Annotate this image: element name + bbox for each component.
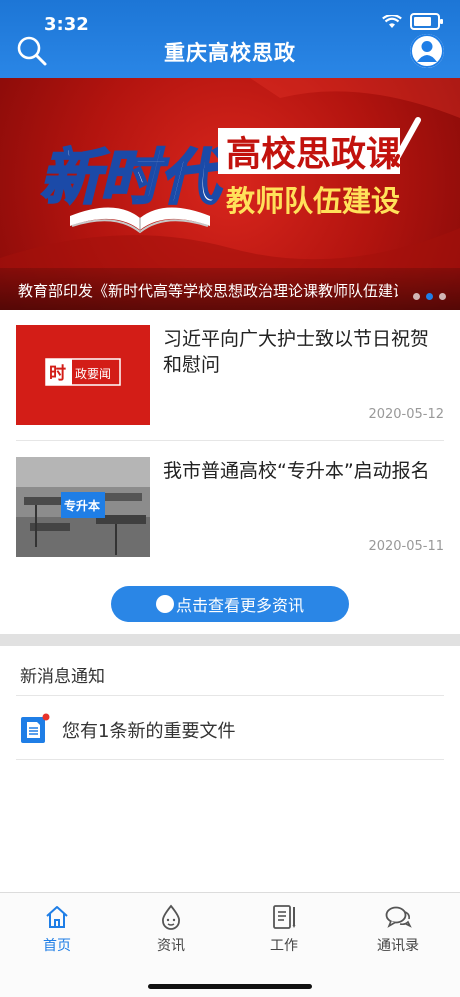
news-item[interactable]: 专升本 我市普通高校“专升本”启动报名 2020-05-11 (16, 457, 444, 567)
divider (16, 759, 444, 760)
news-date: 2020-05-11 (368, 539, 444, 554)
more-news-button[interactable]: 点击查看更多资讯 (111, 586, 349, 622)
tab-news[interactable]: 资讯 (131, 903, 211, 955)
tab-home[interactable]: 首页 (17, 903, 97, 955)
battery-icon (410, 13, 443, 30)
news-item[interactable]: 时 政要闻 习近平向广大护士致以节日祝贺和慰问 2020-05-12 (16, 325, 444, 435)
tab-label: 工作 (270, 938, 298, 954)
banner-caption[interactable]: 教育部印发《新时代高等学校思想政治理论课教师队伍建设规定》 (18, 280, 398, 301)
tab-work[interactable]: 工作 (244, 903, 324, 955)
news-title[interactable]: 习近平向广大护士致以节日祝贺和慰问 (163, 326, 445, 378)
bottom-tab-bar: 首页 资讯 工作 通讯录 (0, 892, 460, 997)
home-indicator[interactable] (148, 984, 312, 989)
banner-art-text-2: 高校思政课 (226, 135, 402, 175)
banner-art-text-3: 教师队伍建设 (226, 184, 400, 218)
more-news-label: 点击查看更多资讯 (175, 596, 304, 615)
banner-art-text-1: 新时代 (40, 143, 228, 213)
tab-contacts[interactable]: 通讯录 (358, 903, 438, 955)
svg-text:政要闻: 政要闻 (75, 367, 111, 381)
carousel-dot-active[interactable] (426, 293, 433, 300)
wifi-icon (382, 14, 402, 28)
divider (16, 695, 444, 696)
carousel-dot[interactable] (413, 293, 420, 300)
document-pen-icon (273, 905, 296, 929)
carousel-dot[interactable] (439, 293, 446, 300)
home-icon (46, 906, 68, 928)
notice-section-title: 新消息通知 (20, 667, 105, 687)
droplet-icon (162, 904, 180, 930)
divider (16, 440, 444, 441)
chat-icon (385, 906, 412, 928)
carousel-dots (413, 293, 446, 300)
document-icon (21, 713, 50, 743)
tab-label: 资讯 (157, 938, 185, 954)
svg-text:时: 时 (49, 364, 66, 384)
news-thumbnail: 专升本 (16, 457, 150, 557)
status-icons (382, 13, 443, 30)
banner-carousel[interactable]: 新时代 高校思政课 教师队伍建设 教育部印发《新时代高等学校思想政治理论课教师队… (0, 78, 460, 310)
notice-item[interactable]: 您有1条新的重要文件 (18, 711, 438, 745)
circle-icon (155, 595, 174, 613)
news-title[interactable]: 我市普通高校“专升本”启动报名 (163, 458, 445, 484)
svg-text:专升本: 专升本 (64, 498, 100, 513)
top-header: 3:32 重庆高校思政 (0, 0, 460, 78)
news-date: 2020-05-12 (368, 407, 444, 422)
notice-text: 您有1条新的重要文件 (62, 721, 236, 742)
news-thumbnail: 时 政要闻 (16, 325, 150, 425)
section-separator (0, 634, 460, 646)
user-profile-button[interactable] (410, 34, 444, 68)
user-avatar-icon (410, 34, 444, 68)
status-time: 3:32 (44, 14, 89, 35)
page-title: 重庆高校思政 (164, 41, 296, 65)
tab-label: 首页 (43, 938, 71, 954)
tab-label: 通讯录 (377, 938, 419, 954)
